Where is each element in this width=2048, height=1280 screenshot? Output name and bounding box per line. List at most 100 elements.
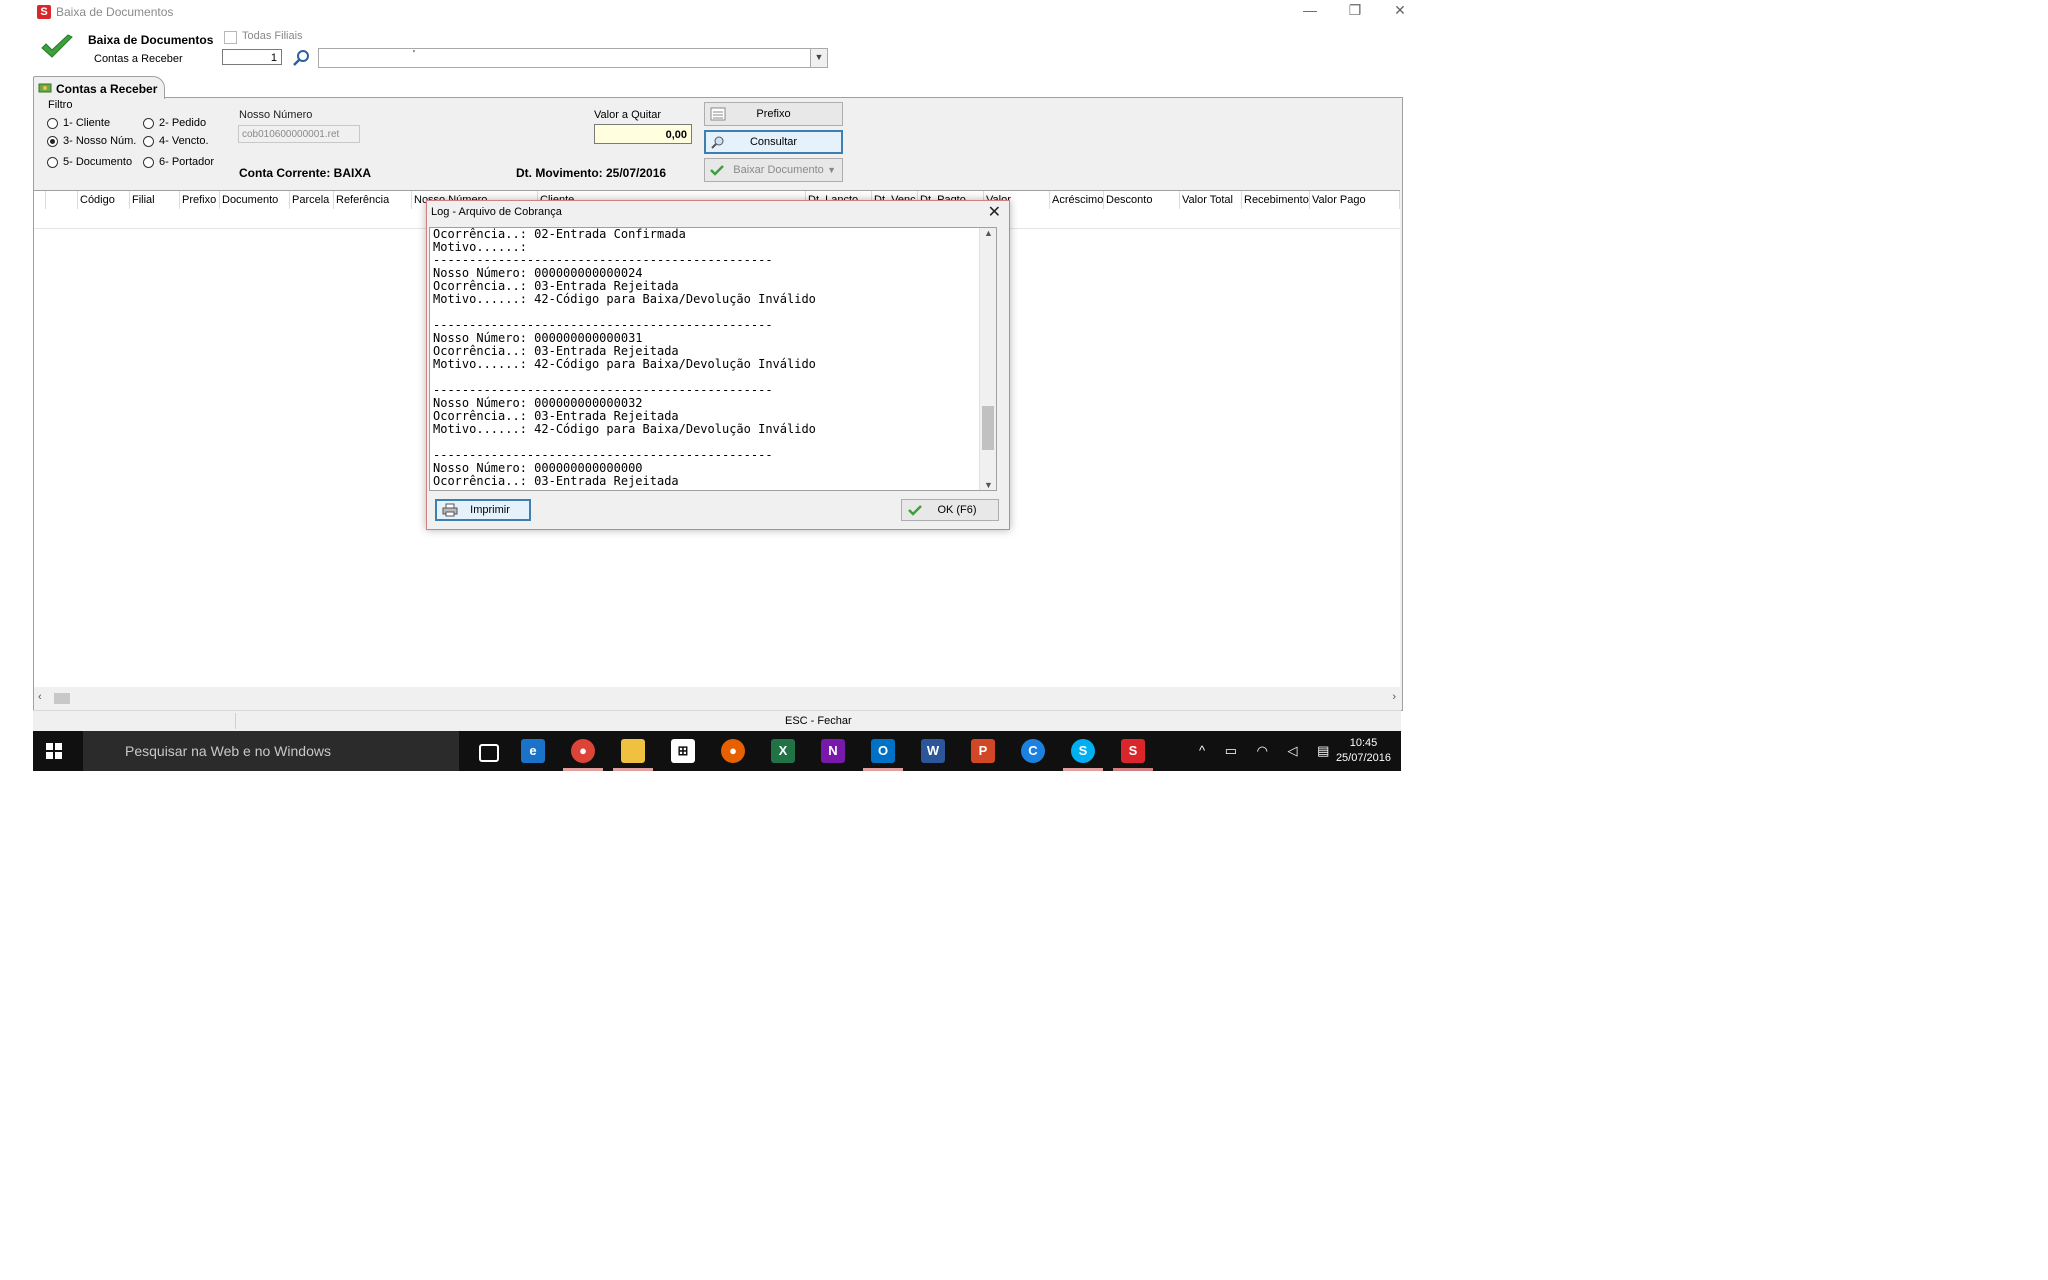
word-icon[interactable]: W [921, 739, 945, 763]
close-icon[interactable]: ✕ [988, 202, 1001, 222]
taskbar: Pesquisar na Web e no Windows e ● ⊞ ● X … [33, 731, 1401, 771]
scroll-right-icon[interactable]: › [1392, 691, 1396, 703]
valor-quitar-label: Valor a Quitar [594, 109, 662, 121]
tab-contas-a-receber[interactable]: Contas a Receber [33, 76, 165, 99]
restore-button[interactable]: ❐ [1340, 2, 1370, 19]
radio-portador[interactable] [143, 157, 154, 168]
radio-vencto[interactable] [143, 136, 154, 147]
baixar-label: Baixar Documento [733, 164, 824, 176]
nosso-numero-input[interactable]: cob010600000001.ret [238, 125, 360, 143]
chrome-active-indicator [563, 768, 603, 771]
explorer-active-indicator [613, 768, 653, 771]
page-subtitle: Contas a Receber [94, 53, 183, 65]
radio-cliente[interactable] [47, 118, 58, 129]
combo-value: ' [413, 49, 415, 60]
powerpoint-icon[interactable]: P [971, 739, 995, 763]
dropdown-arrow-icon: ▼ [827, 165, 836, 175]
tab-label: Contas a Receber [56, 82, 158, 96]
col-desconto[interactable]: Desconto [1104, 191, 1180, 209]
minimize-button[interactable]: — [1295, 2, 1325, 18]
ccleaner-icon[interactable]: C [1021, 739, 1045, 763]
printer-icon [442, 503, 458, 517]
col-prefixo[interactable]: Prefixo [180, 191, 220, 209]
chevron-down-icon[interactable]: ▼ [810, 49, 827, 67]
clock-date: 25/07/2016 [1335, 752, 1391, 764]
dt-movimento-text: Dt. Movimento: 25/07/2016 [516, 166, 667, 180]
baixar-documento-button[interactable]: Baixar Documento ▼ [704, 158, 843, 182]
scroll-left-icon[interactable]: ‹ [38, 691, 42, 703]
conta-corrente-text: Conta Corrente: BAIXA [239, 166, 372, 180]
clock[interactable]: 10:45 25/07/2016 [1336, 737, 1391, 764]
store-icon[interactable]: ⊞ [671, 739, 695, 763]
clock-time: 10:45 [1349, 737, 1378, 749]
prefixo-button[interactable]: Prefixo [704, 102, 843, 126]
log-textarea[interactable]: Ocorrência..: 02-Entrada Confirmada Moti… [429, 227, 997, 491]
log-dialog: Log - Arquivo de Cobrança ✕ Ocorrência..… [426, 200, 1010, 530]
scroll-up-icon[interactable]: ▲ [984, 228, 993, 238]
status-bar [33, 710, 1401, 731]
vertical-scrollbar[interactable]: ▲ ▼ [979, 228, 996, 490]
system-tray-icons[interactable]: ^ ▭ ◠ ◁ ▤ [1199, 743, 1337, 759]
outlook-icon[interactable]: O [871, 739, 895, 763]
col-codigo[interactable]: Código [78, 191, 130, 209]
imprimir-label: Imprimir [470, 504, 510, 516]
radio-nosso-num-label: 3- Nosso Núm. [63, 135, 137, 147]
filtro-label: Filtro [48, 99, 73, 111]
log-content: Ocorrência..: 02-Entrada Confirmada Moti… [433, 227, 816, 488]
app-s-active-indicator [1113, 768, 1153, 771]
skype-icon[interactable]: S [1071, 739, 1095, 763]
horizontal-scrollbar[interactable]: ‹ › [34, 690, 1400, 707]
outlook-active-indicator [863, 768, 903, 771]
valor-quitar-input[interactable]: 0,00 [594, 124, 692, 144]
status-text: ESC - Fechar [785, 715, 852, 727]
col-acrescimo[interactable]: Acréscimo [1050, 191, 1104, 209]
col-parcela[interactable]: Parcela [290, 191, 334, 209]
windows-start-icon[interactable] [46, 743, 62, 759]
col-documento[interactable]: Documento [220, 191, 290, 209]
todas-filiais-label: Todas Filiais [242, 30, 303, 42]
scroll-down-icon[interactable]: ▼ [984, 480, 993, 490]
task-view-icon[interactable] [479, 744, 499, 762]
search-icon[interactable] [292, 49, 310, 67]
radio-cliente-label: 1- Cliente [63, 117, 111, 129]
checkmark-icon [41, 34, 73, 58]
col-referencia[interactable]: Referência [334, 191, 412, 209]
app-icon: S [37, 5, 51, 19]
excel-icon[interactable]: X [771, 739, 795, 763]
app-s-icon[interactable]: S [1121, 739, 1145, 763]
radio-pedido-label: 2- Pedido [159, 117, 207, 129]
firefox-icon[interactable]: ● [721, 739, 745, 763]
magnifier-icon [711, 136, 724, 149]
radio-documento-label: 5- Documento [63, 156, 133, 168]
onenote-icon[interactable]: N [821, 739, 845, 763]
check-icon [710, 165, 724, 176]
chrome-icon[interactable]: ● [571, 739, 595, 763]
imprimir-button[interactable]: Imprimir [435, 499, 531, 521]
scroll-thumb[interactable] [54, 693, 70, 704]
filial-combo[interactable]: ' ▼ [318, 48, 828, 68]
radio-documento[interactable] [47, 157, 58, 168]
dialog-title: Log - Arquivo de Cobrança [431, 206, 562, 218]
close-window-button[interactable]: ✕ [1385, 2, 1415, 19]
page-title: Baixa de Documentos [88, 33, 214, 47]
radio-portador-label: 6- Portador [159, 156, 215, 168]
ok-button[interactable]: OK (F6) [901, 499, 999, 521]
radio-nosso-num[interactable] [47, 136, 58, 147]
radio-vencto-label: 4- Vencto. [159, 135, 209, 147]
file-explorer-icon[interactable] [621, 739, 645, 763]
ok-label: OK (F6) [937, 504, 977, 516]
window-title: Baixa de Documentos [56, 5, 174, 19]
col-valor-total[interactable]: Valor Total [1180, 191, 1242, 209]
consultar-button[interactable]: Consultar [704, 130, 843, 154]
edge-icon[interactable]: e [521, 739, 545, 763]
col-filial[interactable]: Filial [130, 191, 180, 209]
taskbar-search[interactable]: Pesquisar na Web e no Windows [83, 731, 459, 771]
radio-pedido[interactable] [143, 118, 154, 129]
col-recebimento[interactable]: Recebimento [1242, 191, 1310, 209]
grid-select-col [46, 191, 78, 209]
todas-filiais-checkbox[interactable] [224, 31, 237, 44]
scroll-thumb[interactable] [982, 406, 994, 450]
filial-input[interactable]: 1 [222, 49, 282, 65]
col-valor-pago[interactable]: Valor Pago [1310, 191, 1400, 209]
consultar-label: Consultar [749, 136, 798, 148]
